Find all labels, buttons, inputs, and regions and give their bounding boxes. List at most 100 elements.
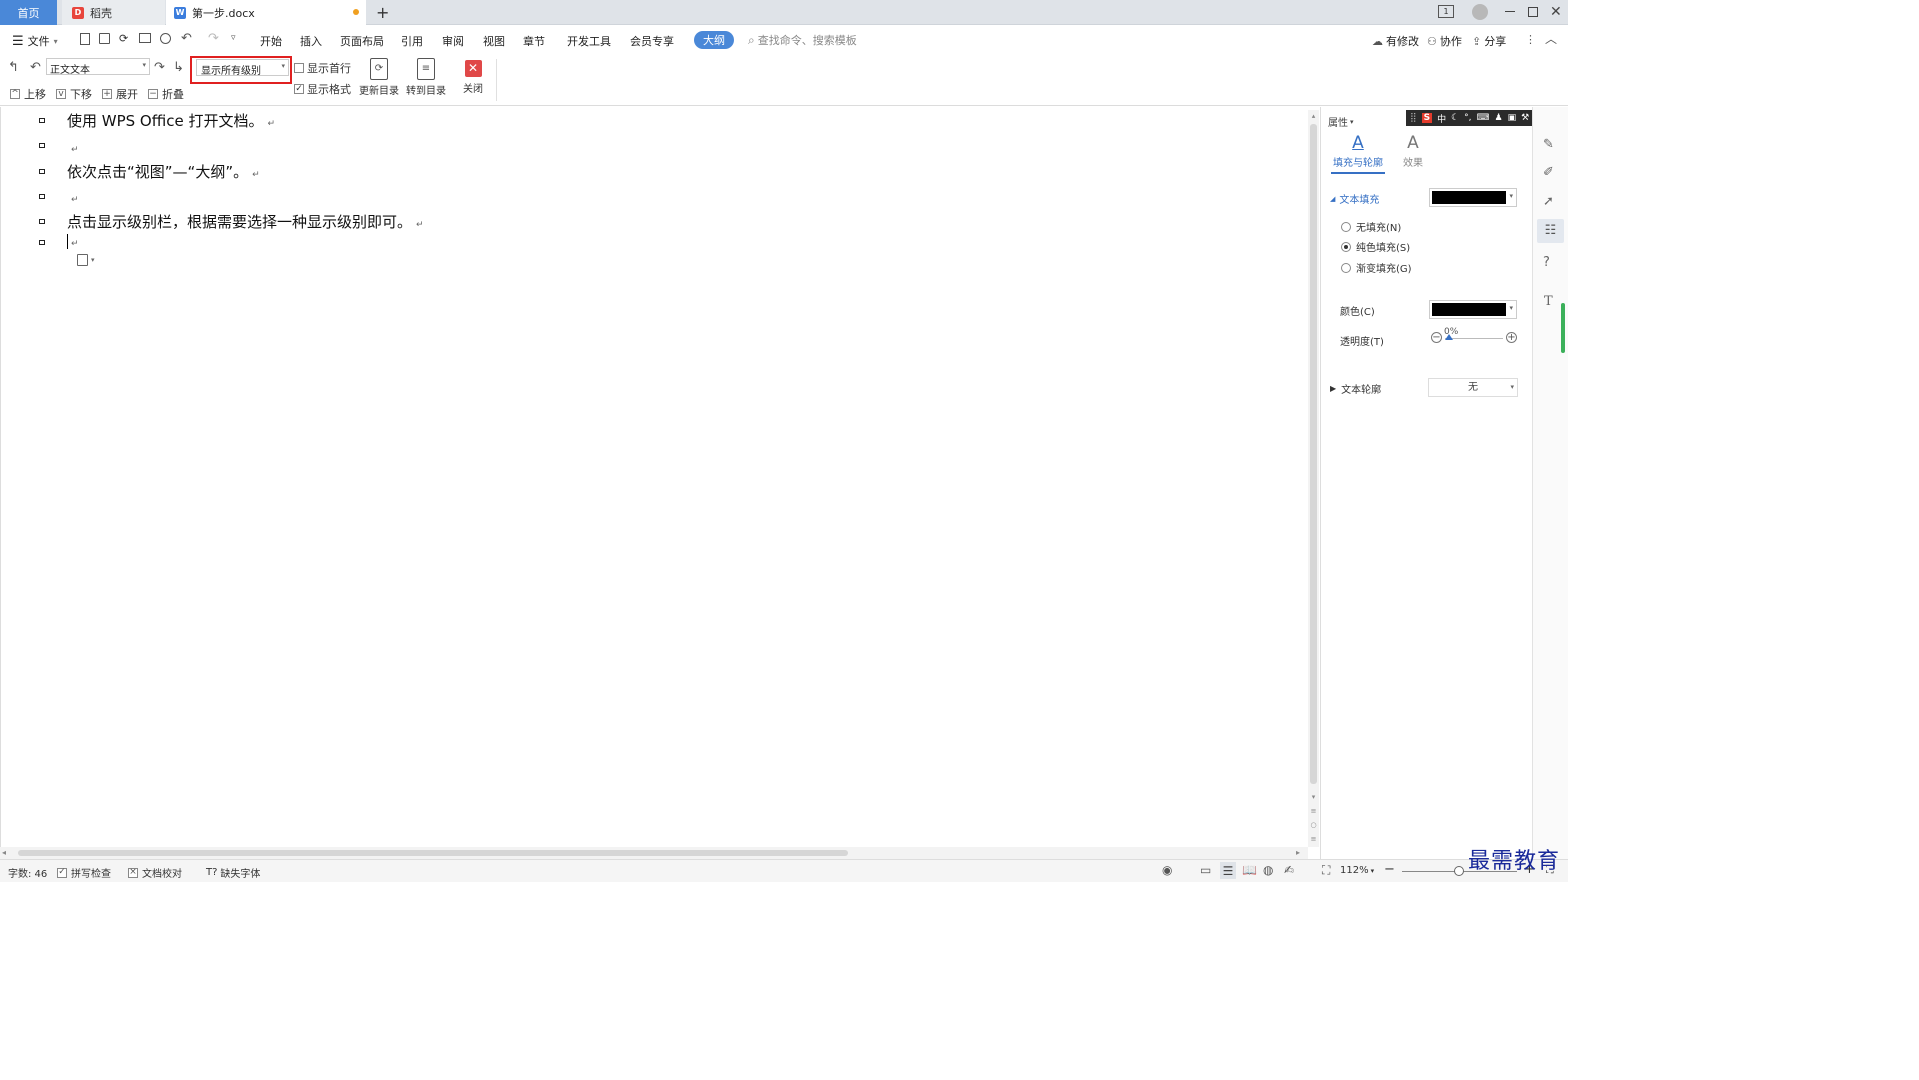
color-picker[interactable]: ▾ bbox=[1429, 300, 1517, 319]
move-up-button[interactable]: ^ 上移 bbox=[10, 86, 46, 102]
outline-bullet-icon[interactable] bbox=[39, 169, 45, 174]
user-icon[interactable]: ♟ bbox=[1495, 113, 1503, 123]
tab-effect[interactable]: A 效果 bbox=[1399, 133, 1427, 169]
web-view-icon[interactable]: ◍ bbox=[1263, 863, 1273, 877]
print-icon[interactable] bbox=[139, 33, 151, 43]
ime-lang[interactable]: 中 bbox=[1437, 112, 1446, 125]
new-doc-icon[interactable] bbox=[80, 33, 90, 45]
menu-item-chapter[interactable]: 章节 bbox=[523, 33, 545, 49]
outline-select[interactable]: 无 ▾ bbox=[1428, 378, 1518, 397]
window-layout-icon[interactable]: 1 bbox=[1438, 5, 1454, 18]
horizontal-scrollbar[interactable]: ◂ ▸ bbox=[0, 847, 1308, 859]
word-count[interactable]: 字数: 46 bbox=[8, 865, 47, 880]
file-menu[interactable]: ☰ 文件 ▾ bbox=[12, 33, 58, 49]
new-tab-button[interactable]: + bbox=[376, 0, 392, 25]
solid-fill-radio[interactable]: 纯色填充(S) bbox=[1341, 239, 1410, 254]
zoom-select[interactable]: 112% ▾ bbox=[1340, 865, 1374, 876]
vertical-scrollbar[interactable]: ▴ ▾ ≡ ○ ≡ bbox=[1308, 110, 1319, 847]
outline-view-icon[interactable]: ☰ bbox=[1220, 862, 1236, 879]
wrench-icon[interactable]: ⚒ bbox=[1521, 113, 1529, 123]
gradient-fill-radio[interactable]: 渐变填充(G) bbox=[1341, 260, 1412, 275]
missing-font-button[interactable]: T? 缺失字体 bbox=[206, 865, 260, 880]
more-options-icon[interactable]: ⋮ bbox=[1525, 33, 1536, 46]
restore-icon[interactable] bbox=[1528, 7, 1538, 17]
modified-button[interactable]: ☁ 有修改 bbox=[1372, 33, 1419, 49]
collapse-ribbon-icon[interactable]: ︿ bbox=[1545, 30, 1557, 47]
menu-item-dev-tools[interactable]: 开发工具 bbox=[567, 33, 611, 49]
no-fill-radio[interactable]: 无填充(N) bbox=[1341, 219, 1401, 234]
menu-item-review[interactable]: 审阅 bbox=[442, 33, 464, 49]
pen-icon[interactable]: ✐ bbox=[1543, 165, 1554, 180]
paste-options-button[interactable]: ▾ bbox=[77, 253, 99, 267]
outline-bullet-icon[interactable] bbox=[39, 118, 45, 123]
menu-item-start[interactable]: 开始 bbox=[260, 33, 282, 49]
redo-icon[interactable]: ↷ bbox=[208, 31, 219, 46]
tab-home[interactable]: 首页 bbox=[0, 0, 57, 25]
scroll-up-icon[interactable]: ▴ bbox=[1308, 112, 1319, 120]
select-icon[interactable]: ➚ bbox=[1543, 194, 1554, 209]
close-window-icon[interactable]: ✕ bbox=[1550, 4, 1562, 20]
print-preview-icon[interactable] bbox=[160, 33, 171, 44]
outline-bullet-icon[interactable] bbox=[39, 219, 45, 224]
transparency-slider[interactable] bbox=[1445, 334, 1503, 340]
promote-top-icon[interactable]: ↰ bbox=[8, 60, 19, 75]
zoom-out-icon[interactable]: − bbox=[1384, 862, 1395, 877]
outline-paragraph-6[interactable]: ↵ bbox=[67, 232, 79, 250]
style-icon[interactable]: ✎ bbox=[1543, 137, 1554, 152]
increase-icon[interactable]: + bbox=[1506, 332, 1517, 343]
menu-item-outline[interactable]: 大纲 bbox=[694, 31, 734, 49]
menu-item-reference[interactable]: 引用 bbox=[401, 33, 423, 49]
section-text-fill[interactable]: ◢ 文本填充 bbox=[1330, 191, 1379, 207]
collapse-button[interactable]: − 折叠 bbox=[148, 86, 184, 102]
outline-paragraph-2[interactable]: ↵ bbox=[67, 138, 79, 156]
decrease-icon[interactable]: − bbox=[1431, 332, 1442, 343]
outline-paragraph-5[interactable]: 点击显示级别栏，根据需要选择一种显示级别即可。 ↵ bbox=[67, 211, 424, 232]
section-text-outline[interactable]: ▶ 文本轮廓 bbox=[1330, 381, 1381, 396]
move-down-button[interactable]: v 下移 bbox=[56, 86, 92, 102]
cloud-icon[interactable]: ⟳ bbox=[119, 32, 128, 45]
undo-icon[interactable]: ↶ bbox=[181, 31, 192, 46]
update-toc-button[interactable]: ⟳ 更新目录 bbox=[358, 58, 400, 97]
command-search[interactable]: ⌕ 查找命令、搜索模板 bbox=[748, 32, 857, 48]
show-format-checkbox[interactable]: ✓ 显示格式 bbox=[294, 81, 351, 97]
write-view-icon[interactable]: ✍ bbox=[1284, 863, 1294, 877]
page-view-icon[interactable]: ▭ bbox=[1200, 863, 1211, 877]
save-icon[interactable] bbox=[99, 33, 110, 44]
menu-item-page-layout[interactable]: 页面布局 bbox=[340, 33, 384, 49]
tab-document[interactable]: W 第一步.docx bbox=[166, 0, 366, 25]
vertical-scroll-thumb[interactable] bbox=[1310, 124, 1317, 784]
collaborate-button[interactable]: ⚇ 协作 bbox=[1427, 33, 1462, 49]
avatar[interactable] bbox=[1472, 4, 1488, 20]
eye-protection-icon[interactable]: ◉ bbox=[1162, 863, 1172, 877]
zoom-slider-handle[interactable] bbox=[1454, 866, 1464, 876]
outline-bullet-icon[interactable] bbox=[39, 143, 45, 148]
reading-view-icon[interactable]: 📖 bbox=[1242, 863, 1257, 877]
outline-paragraph-4[interactable]: ↵ bbox=[67, 188, 79, 206]
close-outline-button[interactable]: ✕ 关闭 bbox=[456, 58, 490, 95]
show-first-line-checkbox[interactable]: 显示首行 bbox=[294, 60, 351, 76]
style-select[interactable]: 正文文本 ▾ bbox=[46, 58, 150, 76]
fit-page-icon[interactable]: ⛶ bbox=[1322, 863, 1330, 878]
moon-icon[interactable]: ☾ bbox=[1451, 113, 1459, 123]
menu-item-insert[interactable]: 插入 bbox=[300, 33, 322, 49]
doc-proof-button[interactable]: × 文档校对 bbox=[128, 865, 182, 880]
spell-check-button[interactable]: ✓ 拼写检查 bbox=[57, 865, 111, 880]
text-tool-icon[interactable]: T bbox=[1544, 294, 1553, 309]
fill-color-picker[interactable]: ▾ bbox=[1429, 188, 1517, 207]
minimize-icon[interactable] bbox=[1505, 11, 1515, 12]
horizontal-scroll-thumb[interactable] bbox=[18, 850, 848, 856]
outline-paragraph-3[interactable]: 依次点击“视图”—“大纲”。 ↵ bbox=[67, 161, 260, 182]
document-canvas[interactable]: 使用 WPS Office 打开文档。 ↵ ↵ 依次点击“视图”—“大纲”。 ↵ ↵… bbox=[0, 107, 1308, 847]
outline-bullet-icon[interactable] bbox=[39, 194, 45, 199]
demote-icon[interactable]: ↷ bbox=[154, 60, 165, 75]
properties-icon[interactable]: ☷ bbox=[1537, 219, 1564, 243]
level-select[interactable]: 显示所有级别 ▾ bbox=[196, 59, 289, 77]
expand-button[interactable]: + 展开 bbox=[102, 86, 138, 102]
demote-body-icon[interactable]: ↳ bbox=[173, 60, 184, 75]
keyboard-icon[interactable]: ⌨ bbox=[1477, 113, 1490, 123]
skin-icon[interactable]: ▣ bbox=[1508, 113, 1517, 123]
promote-icon[interactable]: ↶ bbox=[30, 60, 41, 75]
slider-handle[interactable] bbox=[1445, 334, 1453, 340]
scroll-right-icon[interactable]: ▸ bbox=[1296, 848, 1300, 857]
panel-title[interactable]: 属性 ▾ bbox=[1328, 114, 1354, 130]
